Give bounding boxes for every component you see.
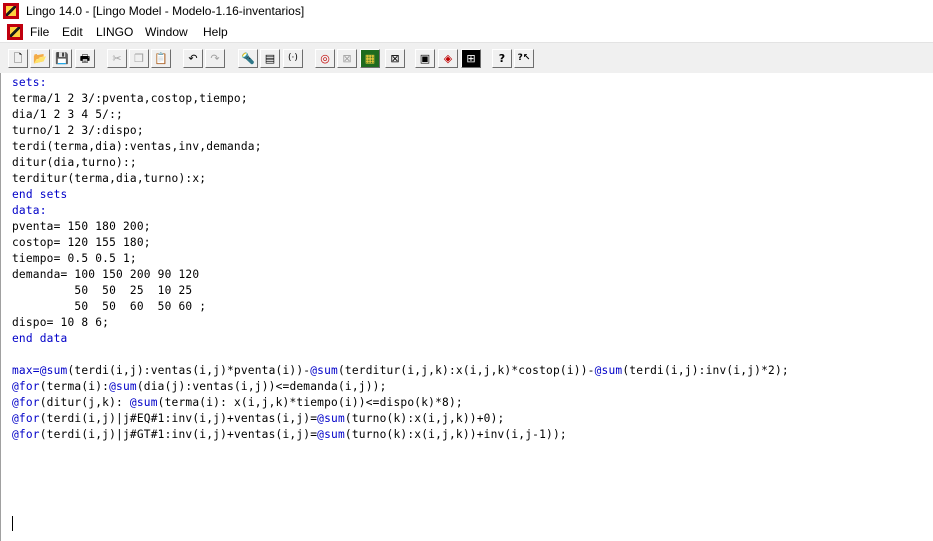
- menu-window[interactable]: Window: [145, 25, 188, 39]
- code-text: (terdi(i,j)|j#EQ#1:inv(i,j)+ventas(i,j)=: [39, 412, 318, 425]
- code-text: ditur(dia,turno):;: [12, 156, 137, 169]
- code-keyword: @for: [12, 428, 40, 441]
- code-line: 50 50 25 10 25: [12, 283, 192, 299]
- code-keyword: @sum: [129, 396, 158, 409]
- code-keyword: @sum: [317, 412, 345, 425]
- code-line: @for(terma(i):@sum(dia(j):ventas(i,j))<=…: [12, 379, 387, 395]
- code-line: @for(ditur(j,k): @sum(terma(i): x(i,j,k)…: [12, 395, 463, 411]
- code-text: turno/1 2 3/:dispo;: [12, 124, 144, 137]
- code-text: 50 50 25 10 25: [12, 284, 193, 297]
- code-text: terdi(terma,dia):ventas,inv,demanda;: [12, 140, 262, 153]
- code-text: (terdi(i,j)|j#GT#1:inv(i,j)+ventas(i,j)=: [39, 428, 318, 441]
- code-keyword: @for: [12, 396, 40, 409]
- code-line: @for(terdi(i,j)|j#GT#1:inv(i,j)+ventas(i…: [12, 427, 567, 443]
- lingo-app-icon[interactable]: [3, 3, 19, 19]
- help-icon[interactable]: ?: [492, 49, 512, 68]
- document-icon[interactable]: [7, 24, 23, 40]
- code-text: (terma(i): x(i,j,k)*tiempo(i))<=dispo(k)…: [157, 396, 463, 409]
- code-text: (turno(k):x(i,j,k))+0);: [344, 412, 505, 425]
- code-keyword: max=@sum: [12, 364, 68, 377]
- cut-icon[interactable]: ✂: [107, 49, 127, 68]
- code-line: end sets: [12, 187, 67, 203]
- find-icon[interactable]: 🔦: [238, 49, 258, 68]
- solve-icon[interactable]: ◎: [315, 49, 335, 68]
- options-icon[interactable]: ▣: [415, 49, 435, 68]
- code-text: demanda= 100 150 200 90 120: [12, 268, 200, 281]
- code-line: sets:: [12, 75, 47, 91]
- code-line: terma/1 2 3/:pventa,costop,tiempo;: [12, 91, 248, 107]
- copy-icon[interactable]: ❐: [129, 49, 149, 68]
- code-line: data:: [12, 203, 47, 219]
- menu-bar: File Edit LINGO Window Help: [0, 22, 933, 42]
- send-to-back-icon[interactable]: ◈: [438, 49, 458, 68]
- print-icon[interactable]: 🖶: [75, 49, 95, 68]
- close-all-icon[interactable]: ⊠: [385, 49, 405, 68]
- menu-help[interactable]: Help: [203, 25, 228, 39]
- code-keyword: @for: [12, 412, 40, 425]
- code-line: dispo= 10 8 6;: [12, 315, 109, 331]
- code-text: (dia(j):ventas(i,j))<=demanda(i,j));: [136, 380, 387, 393]
- code-keyword: end sets: [12, 188, 68, 201]
- code-line: tiempo= 0.5 0.5 1;: [12, 251, 137, 267]
- code-line: turno/1 2 3/:dispo;: [12, 123, 144, 139]
- code-keyword: @for: [12, 380, 40, 393]
- code-text: terma/1 2 3/:pventa,costop,tiempo;: [12, 92, 248, 105]
- code-keyword: @sum: [594, 364, 623, 377]
- code-text: tiempo= 0.5 0.5 1;: [12, 252, 137, 265]
- match-paren-icon[interactable]: (·): [283, 49, 303, 68]
- code-line: dia/1 2 3 4 5/:;: [12, 107, 123, 123]
- code-text: pventa= 150 180 200;: [12, 220, 151, 233]
- menu-lingo[interactable]: LINGO: [96, 25, 133, 39]
- code-keyword: @sum: [310, 364, 338, 377]
- code-line: end data: [12, 331, 67, 347]
- paste-icon[interactable]: 📋: [151, 49, 171, 68]
- code-text: dispo= 10 8 6;: [12, 316, 110, 329]
- code-line: @for(terdi(i,j)|j#EQ#1:inv(i,j)+ventas(i…: [12, 411, 504, 427]
- undo-icon[interactable]: ↶: [183, 49, 203, 68]
- context-help-icon[interactable]: ?↖: [514, 49, 534, 68]
- menu-edit[interactable]: Edit: [62, 25, 83, 39]
- tile-icon[interactable]: ⊞: [461, 49, 481, 68]
- code-line: terdi(terma,dia):ventas,inv,demanda;: [12, 139, 262, 155]
- model-editor[interactable]: sets: terma/1 2 3/:pventa,costop,tiempo; d…: [0, 73, 933, 541]
- title-bar: Lingo 14.0 - [Lingo Model - Modelo-1.16-…: [0, 0, 933, 22]
- redo-icon[interactable]: ↷: [205, 49, 225, 68]
- code-text: (turno(k):x(i,j,k))+inv(i,j-1));: [344, 428, 567, 441]
- code-text: (ditur(j,k):: [39, 396, 130, 409]
- code-text: 50 50 60 50 60 ;: [12, 300, 207, 313]
- code-text: (terdi(i,j):ventas(i,j)*pventa(i))-: [67, 364, 311, 377]
- code-keyword: @sum: [317, 428, 345, 441]
- new-icon[interactable]: 🗋: [8, 49, 28, 68]
- open-icon[interactable]: 📂: [30, 49, 50, 68]
- code-line: max=@sum(terdi(i,j):ventas(i,j)*pventa(i…: [12, 363, 789, 379]
- code-text: terditur(terma,dia,turno):x;: [12, 172, 207, 185]
- text-caret: [12, 516, 13, 531]
- code-line: pventa= 150 180 200;: [12, 219, 151, 235]
- solution-icon[interactable]: ⊠: [337, 49, 357, 68]
- toolbar: 🗋 📂 💾 🖶 ✂ ❐ 📋 ↶ ↷ 🔦 ▤ (·) ◎ ⊠ ▦ ⊠ ▣ ◈ ⊞ …: [0, 42, 933, 74]
- code-text: (terma(i):: [39, 380, 110, 393]
- code-line: terditur(terma,dia,turno):x;: [12, 171, 206, 187]
- menu-file[interactable]: File: [30, 25, 49, 39]
- code-text: (terditur(i,j,k):x(i,j,k)*costop(i))-: [337, 364, 595, 377]
- save-icon[interactable]: 💾: [52, 49, 72, 68]
- code-text: (terdi(i,j):inv(i,j)*2);: [622, 364, 789, 377]
- goto-line-icon[interactable]: ▤: [260, 49, 280, 68]
- code-keyword: sets:: [12, 76, 47, 89]
- code-line: costop= 120 155 180;: [12, 235, 151, 251]
- code-line: ditur(dia,turno):;: [12, 155, 137, 171]
- code-keyword: end data: [12, 332, 68, 345]
- code-text: costop= 120 155 180;: [12, 236, 151, 249]
- code-text: dia/1 2 3 4 5/:;: [12, 108, 123, 121]
- code-keyword: @sum: [109, 380, 137, 393]
- code-line: 50 50 60 50 60 ;: [12, 299, 206, 315]
- code-keyword: data:: [12, 204, 47, 217]
- code-line: demanda= 100 150 200 90 120: [12, 267, 199, 283]
- window-title: Lingo 14.0 - [Lingo Model - Modelo-1.16-…: [26, 4, 305, 18]
- matrix-picture-icon[interactable]: ▦: [360, 49, 380, 68]
